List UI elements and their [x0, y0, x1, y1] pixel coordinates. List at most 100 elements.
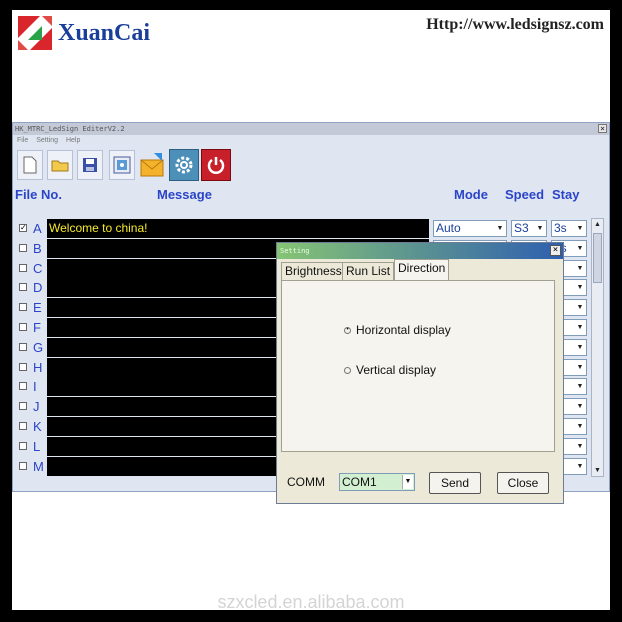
close-button[interactable]: Close [497, 472, 549, 494]
column-speed: Speed [505, 187, 545, 202]
chevron-down-icon[interactable]: ▼ [575, 281, 585, 294]
tab-brightness[interactable]: Brightness [281, 262, 346, 280]
tab-direction[interactable]: Direction [394, 259, 450, 280]
horizontal-display-label: Horizontal display [356, 323, 451, 337]
setting-dialog: Setting × Brightness Run List Direction … [276, 242, 564, 504]
chevron-down-icon[interactable]: ▼ [575, 460, 585, 473]
watermark: szxcled.en.alibaba.com [217, 592, 405, 610]
chevron-down-icon[interactable]: ▼ [575, 222, 585, 235]
brand-name: XuanCai [58, 20, 151, 46]
vertical-display-label: Vertical display [356, 363, 437, 377]
row-speed-select[interactable]: S3 ▼ [511, 220, 547, 237]
column-mode: Mode [454, 187, 488, 202]
column-file-no: File No. [15, 187, 62, 202]
scroll-thumb[interactable] [593, 233, 602, 283]
preview-icon [113, 156, 131, 174]
menu-file[interactable]: File [17, 137, 28, 144]
new-icon [23, 156, 37, 174]
chevron-down-icon[interactable]: ▼ [575, 321, 585, 334]
menu-help[interactable]: Help [66, 137, 80, 144]
open-button[interactable] [47, 150, 73, 180]
row-file-letter: C [33, 260, 43, 276]
send-mail-button[interactable] [139, 150, 167, 180]
row-checkbox[interactable] [19, 342, 27, 351]
chevron-down-icon[interactable]: ▼ [575, 380, 585, 393]
row-checkbox[interactable] [19, 323, 27, 331]
row-checkbox[interactable] [19, 461, 27, 470]
chevron-down-icon[interactable]: ▼ [575, 361, 585, 374]
menu-setting[interactable]: Setting [36, 137, 58, 144]
chevron-down-icon[interactable]: ▼ [575, 440, 585, 453]
chevron-down-icon[interactable]: ▼ [535, 222, 545, 235]
app-title: HK_MTRC_LedSign EditerV2.2 [15, 125, 125, 133]
chevron-down-icon[interactable]: ▼ [575, 341, 585, 354]
row-file-letter: K [33, 419, 42, 434]
row-checkbox[interactable] [19, 263, 27, 272]
toolbar [13, 147, 609, 183]
row-mode-select[interactable]: Auto ▼ [433, 220, 507, 237]
row-stay-select[interactable]: 3s ▼ [551, 220, 587, 237]
row-file-letter: H [33, 359, 43, 375]
power-button[interactable] [201, 149, 231, 181]
row-checkbox[interactable] [19, 382, 27, 391]
row-checkbox[interactable] [19, 303, 27, 312]
row-file-letter: J [33, 399, 40, 415]
scroll-up-icon[interactable]: ▲ [592, 219, 603, 230]
row-mode-value: Auto [436, 221, 461, 235]
row-checkbox[interactable] [19, 283, 27, 292]
chevron-down-icon[interactable]: ▼ [575, 301, 585, 314]
row-message-field[interactable]: Welcome to china! [47, 219, 429, 238]
tab-run-list[interactable]: Run List [342, 262, 395, 280]
dialog-close-icon[interactable]: × [550, 245, 561, 256]
vertical-display-option[interactable]: Vertical display [344, 363, 436, 377]
dialog-titlebar: Setting × [277, 243, 563, 259]
app-close-button[interactable]: × [598, 124, 607, 133]
row-file-letter: G [33, 339, 44, 355]
comm-label: COMM [287, 475, 325, 489]
row-speed-value: S3 [514, 221, 529, 235]
row-checkbox[interactable] [19, 243, 27, 252]
chevron-down-icon[interactable]: ▼ [575, 242, 585, 255]
power-icon [207, 157, 225, 174]
row-checkbox[interactable] [19, 422, 27, 430]
scroll-down-icon[interactable]: ▼ [592, 465, 603, 476]
radio-unselected-icon[interactable] [344, 367, 351, 375]
new-file-button[interactable] [17, 150, 43, 180]
row-checkbox[interactable] [19, 441, 27, 450]
menu-bar: File Setting Help [13, 135, 609, 147]
chevron-down-icon[interactable]: ▼ [402, 475, 413, 489]
preview-button[interactable] [109, 150, 135, 180]
comm-port-value: COM1 [342, 475, 377, 489]
settings-gear-icon [175, 156, 193, 174]
row-checkbox[interactable] [19, 402, 27, 411]
comm-port-select[interactable]: COM1 ▼ [339, 473, 415, 491]
column-stay: Stay [552, 187, 580, 202]
radio-selected-icon[interactable]: • [344, 327, 351, 335]
settings-button[interactable] [169, 149, 199, 181]
row-file-letter: M [33, 458, 44, 474]
row-file-letter: D [33, 280, 43, 296]
horizontal-display-option[interactable]: • Horizontal display [344, 323, 451, 337]
save-icon [83, 158, 97, 172]
send-button[interactable]: Send [429, 472, 481, 494]
open-folder-icon [51, 160, 69, 172]
app-titlebar: HK_MTRC_LedSign EditerV2.2 × [13, 123, 609, 135]
row-checkbox[interactable]: ✓ [19, 224, 27, 232]
chevron-down-icon[interactable]: ▼ [575, 420, 585, 433]
row-file-letter: A [33, 221, 42, 236]
chevron-down-icon[interactable]: ▼ [495, 222, 505, 235]
list-scrollbar[interactable]: ▲ ▼ [591, 218, 604, 477]
column-message: Message [157, 187, 212, 202]
row-checkbox[interactable] [19, 362, 27, 371]
xuancai-logo-icon [18, 16, 52, 50]
row-file-letter: B [33, 240, 42, 256]
list-item: ✓ A Welcome to china! Auto ▼ S3 ▼ 3s ▼ [13, 219, 591, 238]
chevron-down-icon[interactable]: ▼ [575, 400, 585, 413]
row-stay-value: 3s [554, 221, 567, 235]
save-button[interactable] [77, 150, 103, 180]
chevron-down-icon[interactable]: ▼ [575, 262, 585, 275]
direction-panel: • Horizontal display Vertical display [281, 280, 555, 452]
row-file-letter: E [33, 300, 42, 316]
site-url: Http://www.ledsignsz.com [426, 16, 604, 33]
row-file-letter: L [33, 438, 41, 454]
